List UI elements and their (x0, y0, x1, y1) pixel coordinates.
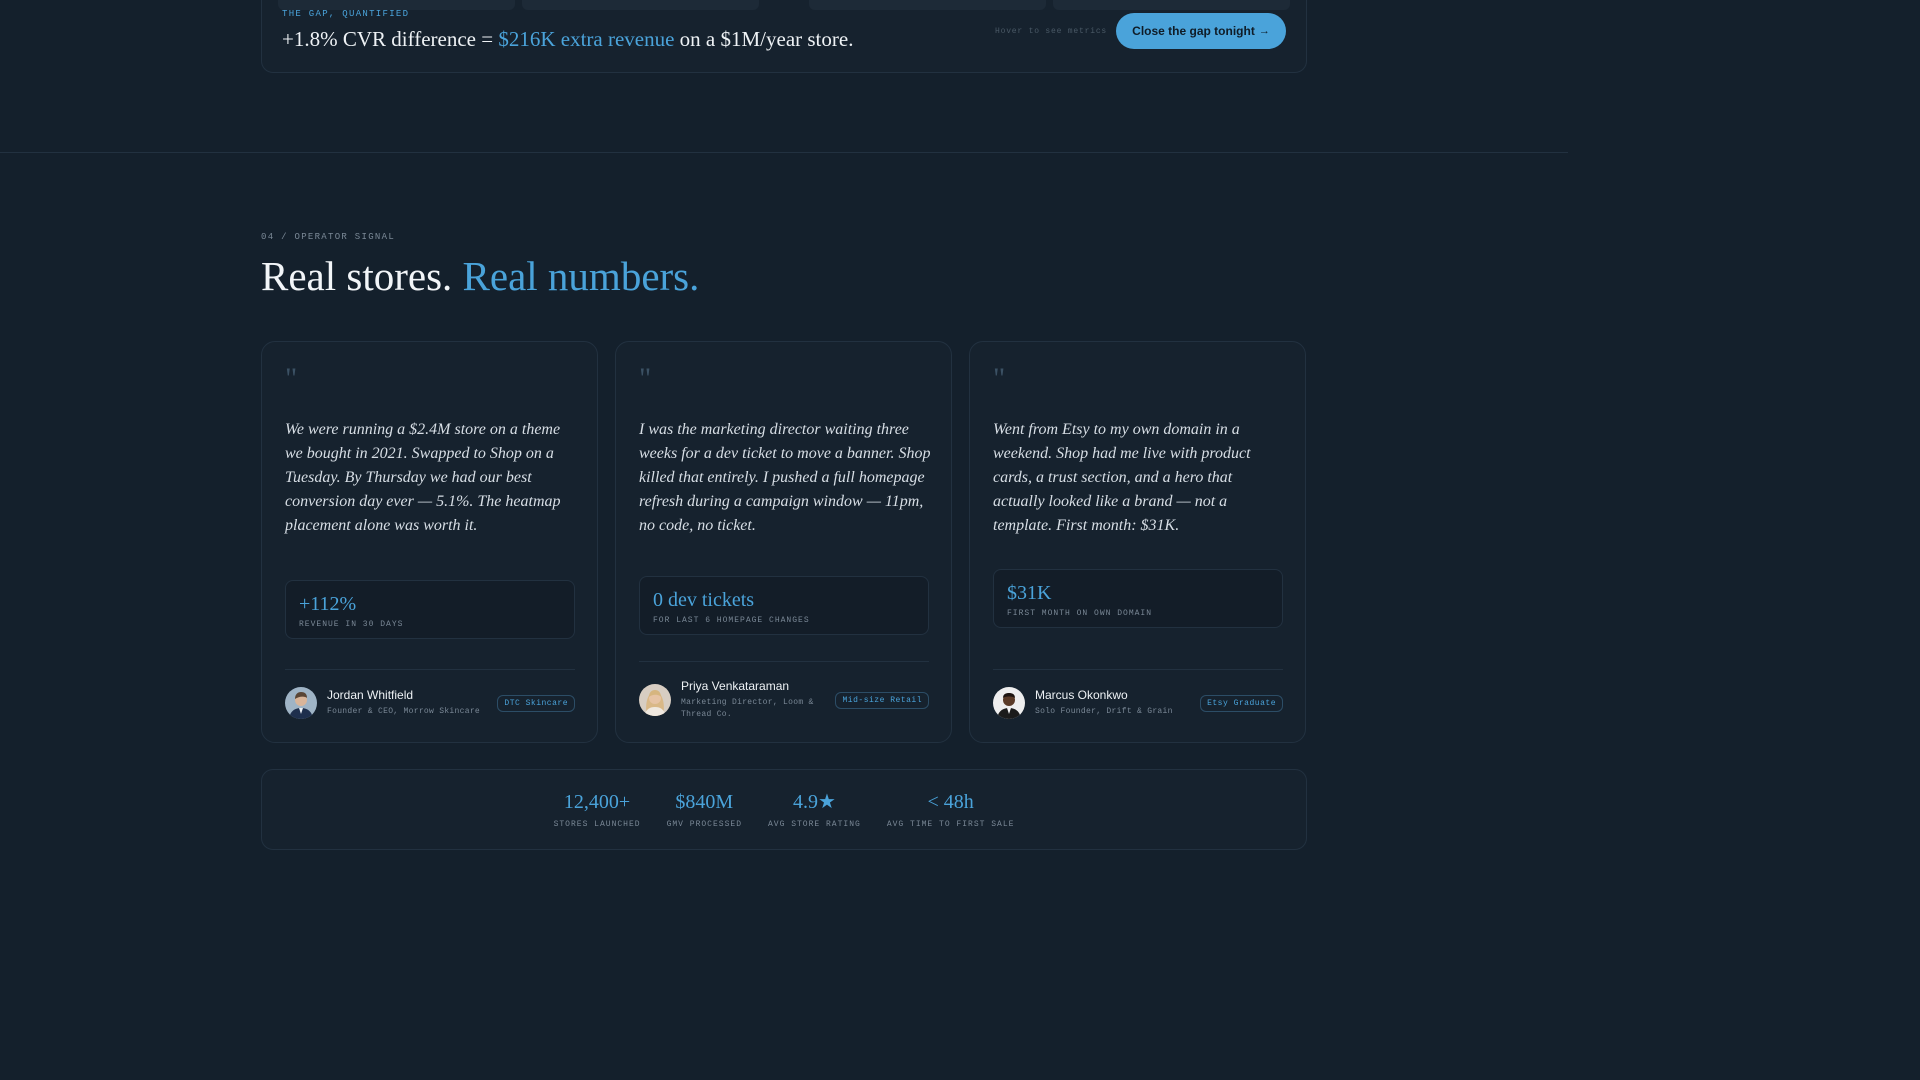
stat-label: GMV PROCESSED (666, 819, 742, 829)
section-title: Real stores. Real numbers. (261, 252, 699, 300)
testimonial-quote: Went from Etsy to my own domain in a wee… (993, 421, 1251, 534)
testimonial-card: " I was the marketing director waiting t… (615, 341, 952, 743)
author-role: Founder & CEO, Morrow Skincare (327, 707, 481, 716)
stat-value: $840M (675, 790, 734, 813)
testimonial-author: Priya Venkataraman Marketing Director, L… (639, 679, 929, 721)
stat-gmv-processed: $840M GMV PROCESSED (667, 791, 742, 829)
section-eyebrow: 04 / OPERATOR SIGNAL (261, 232, 396, 242)
stat-stores-launched: 12,400+ STORES LAUNCHED (554, 791, 641, 829)
stats-strip: 12,400+ STORES LAUNCHED $840M GMV PROCES… (261, 769, 1307, 850)
testimonial-card: " Went from Etsy to my own domain in a w… (969, 341, 1306, 743)
metric-tile-ghost (522, 0, 759, 10)
card-divider (639, 661, 929, 662)
segment-badge: Etsy Graduate (1200, 694, 1283, 712)
card-divider (285, 669, 575, 670)
quote-icon: " (639, 362, 652, 395)
arrow-right-icon: → (1258, 25, 1270, 37)
gap-headline: +1.8% CVR difference = $216K extra reven… (282, 27, 853, 52)
testimonial-quote: I was the marketing director waiting thr… (639, 421, 931, 534)
testimonial-author: Jordan Whitfield Founder & CEO, Morrow S… (285, 687, 575, 719)
avatar (285, 687, 317, 719)
section-title-plain: Real stores. (261, 253, 463, 299)
close-gap-button-label: Close the gap tonight (1132, 24, 1255, 38)
testimonial-card: " We were running a $2.4M store on a the… (261, 341, 598, 743)
metric-value: 0 dev tickets (653, 589, 755, 611)
testimonial-metric: +112% REVENUE IN 30 DAYS (285, 580, 575, 639)
gap-headline-highlight: $216K extra revenue (498, 27, 675, 51)
quote-icon: " (993, 362, 1006, 395)
hover-hint: Hover to see metrics (995, 27, 1108, 36)
stat-value: < 48h (927, 790, 974, 813)
author-name: Priya Venkataraman (681, 679, 790, 693)
author-role: Solo Founder, Drift & Grain (1035, 707, 1173, 716)
stat-label: STORES LAUNCHED (553, 819, 641, 829)
gap-headline-prefix: +1.8% CVR difference = (282, 27, 499, 51)
stat-time-to-first-sale: < 48h AVG TIME TO FIRST SALE (887, 791, 1015, 829)
quote-icon: " (285, 362, 298, 395)
segment-badge: Mid-size Retail (835, 691, 929, 709)
segment-badge: DTC Skincare (497, 694, 575, 712)
testimonial-author: Marcus Okonkwo Solo Founder, Drift & Gra… (993, 687, 1283, 719)
testimonial-metric: $31K FIRST MONTH ON OWN DOMAIN (993, 569, 1283, 628)
gap-headline-suffix: on a $1M/year store. (674, 27, 854, 51)
avatar (639, 684, 671, 716)
metric-label: FIRST MONTH ON OWN DOMAIN (1007, 609, 1153, 618)
section-title-highlight: Real numbers. (462, 253, 700, 299)
stat-label: AVG TIME TO FIRST SALE (886, 819, 1015, 829)
metric-label: REVENUE IN 30 DAYS (299, 620, 404, 629)
metric-tile-ghost (809, 0, 1046, 10)
section-divider (0, 152, 1568, 153)
testimonial-quote: We were running a $2.4M store on a theme… (285, 421, 561, 534)
gap-eyebrow: THE GAP, QUANTIFIED (282, 9, 410, 19)
stat-value: 4.9★ (792, 790, 836, 813)
close-gap-button[interactable]: Close the gap tonight → (1116, 13, 1286, 49)
testimonial-metric: 0 dev tickets FOR LAST 6 HOMEPAGE CHANGE… (639, 576, 929, 635)
metric-value: +112% (299, 593, 357, 615)
metric-tile-ghost (1053, 0, 1290, 10)
author-role: Marketing Director, Loom & Thread Co. (681, 698, 814, 719)
stat-store-rating: 4.9★ AVG STORE RATING (768, 791, 861, 829)
author-name: Jordan Whitfield (327, 688, 414, 702)
stat-value: 12,400+ (563, 790, 631, 813)
author-name: Marcus Okonkwo (1035, 688, 1128, 702)
stat-label: AVG STORE RATING (768, 819, 861, 829)
metric-value: $31K (1007, 582, 1052, 604)
avatar (993, 687, 1025, 719)
metric-label: FOR LAST 6 HOMEPAGE CHANGES (653, 616, 810, 625)
card-divider (993, 669, 1283, 670)
